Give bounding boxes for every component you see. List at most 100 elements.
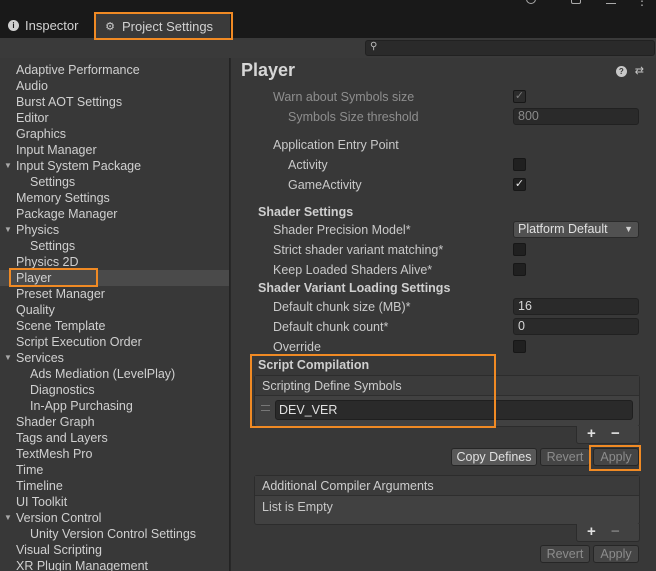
sidebar-item[interactable]: Audio	[0, 78, 229, 94]
sidebar-item[interactable]: Diagnostics	[0, 382, 229, 398]
copy-defines-button[interactable]: Copy Defines	[451, 448, 537, 466]
minus-icon[interactable]: −	[611, 426, 620, 442]
minus-icon[interactable]: −	[611, 524, 620, 540]
sidebar-item[interactable]: Quality	[0, 302, 229, 318]
sidebar-item[interactable]: TextMesh Pro	[0, 446, 229, 462]
script-compilation-header: Script Compilation	[247, 355, 639, 375]
override-checkbox[interactable]	[513, 340, 526, 353]
chunk-count-field[interactable]: 0	[513, 318, 639, 335]
sidebar-item-label: Package Manager	[16, 207, 118, 221]
search-icon: ⚲	[370, 41, 378, 52]
sidebar-item[interactable]: Memory Settings	[0, 190, 229, 206]
game-activity-label: GameActivity	[288, 178, 362, 192]
chunk-size-row: Default chunk size (MB)* 16	[247, 297, 639, 317]
entry-point-row: Application Entry Point	[247, 135, 639, 155]
expand-arrow-icon[interactable]: ▼	[4, 158, 12, 174]
sidebar-item[interactable]: Adaptive Performance	[0, 62, 229, 78]
sidebar-item[interactable]: Scene Template	[0, 318, 229, 334]
keep-shaders-label: Keep Loaded Shaders Alive*	[273, 263, 433, 277]
header-icons: ? ⇄	[615, 66, 644, 77]
override-row: Override	[247, 337, 639, 357]
sidebar-item[interactable]: Timeline	[0, 478, 229, 494]
circle-icon[interactable]	[526, 0, 536, 4]
sidebar-item[interactable]: Script Execution Order	[0, 334, 229, 350]
sidebar-item[interactable]: XR Plugin Management	[0, 558, 229, 571]
warn-symbols-label: Warn about Symbols size	[273, 90, 415, 104]
activity-checkbox[interactable]	[513, 158, 526, 171]
keep-shaders-checkbox[interactable]	[513, 263, 526, 276]
revert-button[interactable]: Revert	[540, 448, 590, 466]
chunk-size-field[interactable]: 16	[513, 298, 639, 315]
expand-arrow-icon[interactable]: ▼	[4, 222, 12, 238]
expand-arrow-icon[interactable]: ▼	[4, 350, 12, 366]
apply-button[interactable]: Apply	[593, 448, 639, 466]
sidebar-item[interactable]: Ads Mediation (LevelPlay)	[0, 366, 229, 382]
plus-icon[interactable]: +	[587, 426, 596, 442]
sidebar-item[interactable]: Physics 2D	[0, 254, 229, 270]
player-settings-panel: Player ? ⇄ Warn about Symbols size ✓ Sym…	[231, 58, 656, 571]
tab-inspector[interactable]: i Inspector	[8, 12, 78, 38]
sidebar-item[interactable]: Time	[0, 462, 229, 478]
kebab-menu-icon[interactable]: ⋮	[636, 0, 648, 8]
sidebar-item[interactable]: ▼ Physics	[0, 222, 229, 238]
chunk-size-label: Default chunk size (MB)*	[273, 300, 411, 314]
sidebar-item[interactable]: Tags and Layers	[0, 430, 229, 446]
sidebar-item-label: Services	[16, 351, 64, 365]
sidebar-item-label: Unity Version Control Settings	[30, 527, 197, 541]
sidebar-item-label: Player	[16, 271, 52, 285]
sidebar-item[interactable]: Unity Version Control Settings	[0, 526, 229, 542]
sidebar-item[interactable]: Settings	[0, 238, 229, 254]
presets-icon[interactable]: ⇄	[635, 66, 644, 77]
symbols-threshold-field[interactable]: 800	[513, 108, 639, 125]
sidebar-item[interactable]: Shader Graph	[0, 414, 229, 430]
sidebar-item[interactable]: Settings	[0, 174, 229, 190]
game-activity-checkbox[interactable]: ✓	[513, 178, 526, 191]
shader-settings-label: Shader Settings	[258, 205, 354, 219]
expand-arrow-icon[interactable]: ▼	[4, 510, 12, 526]
sidebar-item-label: UI Toolkit	[16, 495, 68, 509]
sidebar-item[interactable]: Burst AOT Settings	[0, 94, 229, 110]
sidebar-item[interactable]: Visual Scripting	[0, 542, 229, 558]
compiler-args-plus-minus: + −	[576, 524, 640, 542]
gear-icon: ⚙	[105, 20, 115, 33]
sidebar-item[interactable]: UI Toolkit	[0, 494, 229, 510]
sidebar-item[interactable]: Graphics	[0, 126, 229, 142]
sidebar-item[interactable]: ▼ Input System Package	[0, 158, 229, 174]
sidebar-item-label: Graphics	[16, 127, 67, 141]
sidebar-item-label: Audio	[16, 79, 48, 93]
warn-symbols-checkbox[interactable]: ✓	[513, 90, 526, 103]
sidebar-item-label: Ads Mediation (LevelPlay)	[30, 367, 176, 381]
shader-precision-dropdown[interactable]: Platform Default ▼	[513, 221, 639, 238]
sidebar-item[interactable]: Package Manager	[0, 206, 229, 222]
sidebar-item[interactable]: Preset Manager	[0, 286, 229, 302]
script-compilation-label: Script Compilation	[258, 358, 370, 372]
sidebar-item[interactable]: ▼ Services	[0, 350, 229, 366]
strict-shader-checkbox[interactable]	[513, 243, 526, 256]
revert-button-2[interactable]: Revert	[540, 545, 590, 563]
sidebar-item-label: In-App Purchasing	[30, 399, 133, 413]
override-label: Override	[273, 340, 321, 354]
apply-button-2[interactable]: Apply	[593, 545, 639, 563]
sidebar-item-label: Preset Manager	[16, 287, 105, 301]
page-title: Player	[241, 60, 296, 80]
sidebar-item[interactable]: Input Manager	[0, 142, 229, 158]
define-symbol-field[interactable]: DEV_VER	[275, 400, 633, 420]
search-input[interactable]: ⚲	[365, 40, 655, 56]
sidebar-item[interactable]: Editor	[0, 110, 229, 126]
plus-icon[interactable]: +	[587, 524, 596, 540]
sidebar-item-label: Scene Template	[16, 319, 106, 333]
box-icon[interactable]	[571, 0, 581, 4]
activity-label: Activity	[288, 158, 328, 172]
settings-scroll-area[interactable]: Warn about Symbols size ✓ Symbols Size t…	[247, 84, 648, 571]
help-icon[interactable]: ?	[615, 66, 627, 77]
minus-icon[interactable]	[606, 0, 616, 4]
tab-bar: ⋮ i Inspector ⚙ Project Settings	[0, 0, 656, 39]
drag-handle-icon[interactable]	[261, 405, 270, 411]
sidebar-item[interactable]: In-App Purchasing	[0, 398, 229, 414]
sidebar-item-label: Burst AOT Settings	[16, 95, 123, 109]
shader-precision-value: Platform Default	[518, 222, 608, 236]
sidebar-item[interactable]: Player	[0, 270, 229, 286]
sidebar-item-label: Time	[16, 463, 44, 477]
sidebar-item[interactable]: ▼ Version Control	[0, 510, 229, 526]
tab-project-settings[interactable]: ⚙ Project Settings	[96, 13, 230, 39]
